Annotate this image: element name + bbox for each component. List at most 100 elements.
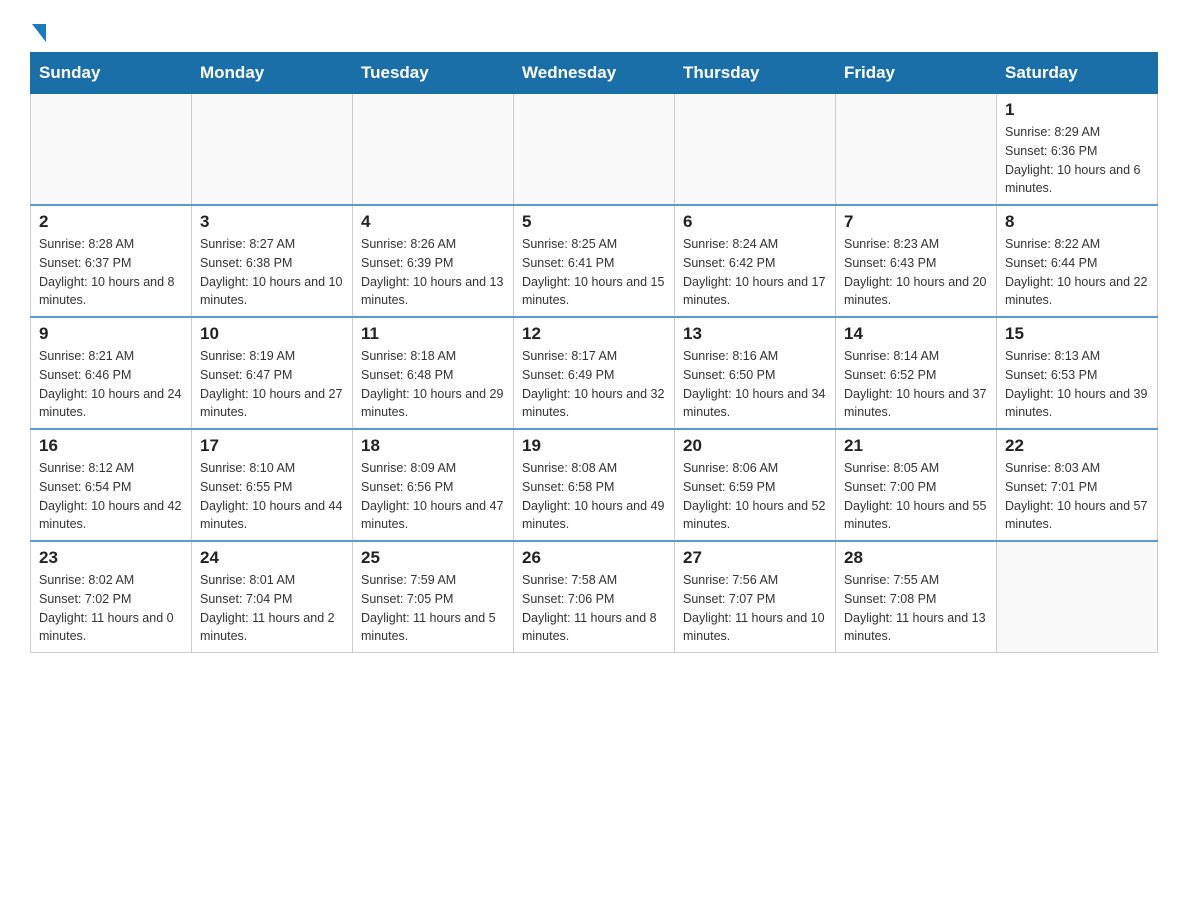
calendar-cell: 22 Sunrise: 8:03 AM Sunset: 7:01 PM Dayli…	[997, 429, 1158, 541]
day-number: 8	[1005, 212, 1149, 232]
calendar-cell: 4 Sunrise: 8:26 AM Sunset: 6:39 PM Daylig…	[353, 205, 514, 317]
calendar-cell: 14 Sunrise: 8:14 AM Sunset: 6:52 PM Dayli…	[836, 317, 997, 429]
day-number: 17	[200, 436, 344, 456]
day-number: 4	[361, 212, 505, 232]
day-info: Sunrise: 8:18 AM Sunset: 6:48 PM Dayligh…	[361, 347, 505, 422]
day-number: 2	[39, 212, 183, 232]
day-number: 25	[361, 548, 505, 568]
day-info: Sunrise: 7:59 AM Sunset: 7:05 PM Dayligh…	[361, 571, 505, 646]
page-header	[30, 20, 1158, 42]
calendar-cell: 25 Sunrise: 7:59 AM Sunset: 7:05 PM Dayli…	[353, 541, 514, 653]
day-number: 14	[844, 324, 988, 344]
day-info: Sunrise: 7:58 AM Sunset: 7:06 PM Dayligh…	[522, 571, 666, 646]
day-info: Sunrise: 8:29 AM Sunset: 6:36 PM Dayligh…	[1005, 123, 1149, 198]
logo-arrow-icon	[32, 24, 46, 42]
header-thursday: Thursday	[675, 53, 836, 94]
day-info: Sunrise: 8:19 AM Sunset: 6:47 PM Dayligh…	[200, 347, 344, 422]
calendar-cell	[31, 94, 192, 206]
calendar-cell: 7 Sunrise: 8:23 AM Sunset: 6:43 PM Daylig…	[836, 205, 997, 317]
day-number: 10	[200, 324, 344, 344]
calendar-cell: 8 Sunrise: 8:22 AM Sunset: 6:44 PM Daylig…	[997, 205, 1158, 317]
calendar-cell	[514, 94, 675, 206]
day-number: 19	[522, 436, 666, 456]
day-info: Sunrise: 7:55 AM Sunset: 7:08 PM Dayligh…	[844, 571, 988, 646]
day-info: Sunrise: 8:06 AM Sunset: 6:59 PM Dayligh…	[683, 459, 827, 534]
calendar-cell: 24 Sunrise: 8:01 AM Sunset: 7:04 PM Dayli…	[192, 541, 353, 653]
calendar-cell	[192, 94, 353, 206]
calendar-cell: 2 Sunrise: 8:28 AM Sunset: 6:37 PM Daylig…	[31, 205, 192, 317]
calendar-table: SundayMondayTuesdayWednesdayThursdayFrid…	[30, 52, 1158, 653]
calendar-cell: 3Sunrise: 8:27 AM Sunset: 6:38 PM Daylig…	[192, 205, 353, 317]
day-number: 27	[683, 548, 827, 568]
calendar-cell: 17 Sunrise: 8:10 AM Sunset: 6:55 PM Dayli…	[192, 429, 353, 541]
header-tuesday: Tuesday	[353, 53, 514, 94]
header-friday: Friday	[836, 53, 997, 94]
calendar-cell: 28 Sunrise: 7:55 AM Sunset: 7:08 PM Dayli…	[836, 541, 997, 653]
day-number: 6	[683, 212, 827, 232]
day-number: 9	[39, 324, 183, 344]
day-info: Sunrise: 8:25 AM Sunset: 6:41 PM Dayligh…	[522, 235, 666, 310]
day-info: Sunrise: 8:12 AM Sunset: 6:54 PM Dayligh…	[39, 459, 183, 534]
week-row-3: 9 Sunrise: 8:21 AM Sunset: 6:46 PM Daylig…	[31, 317, 1158, 429]
day-info: Sunrise: 8:13 AM Sunset: 6:53 PM Dayligh…	[1005, 347, 1149, 422]
days-of-week-row: SundayMondayTuesdayWednesdayThursdayFrid…	[31, 53, 1158, 94]
calendar-cell: 10 Sunrise: 8:19 AM Sunset: 6:47 PM Dayli…	[192, 317, 353, 429]
day-number: 20	[683, 436, 827, 456]
day-info: Sunrise: 8:14 AM Sunset: 6:52 PM Dayligh…	[844, 347, 988, 422]
day-number: 5	[522, 212, 666, 232]
day-number: 1	[1005, 100, 1149, 120]
day-info: Sunrise: 8:03 AM Sunset: 7:01 PM Dayligh…	[1005, 459, 1149, 534]
calendar-cell	[997, 541, 1158, 653]
day-number: 18	[361, 436, 505, 456]
day-info: Sunrise: 8:05 AM Sunset: 7:00 PM Dayligh…	[844, 459, 988, 534]
calendar-cell: 5 Sunrise: 8:25 AM Sunset: 6:41 PM Daylig…	[514, 205, 675, 317]
day-number: 24	[200, 548, 344, 568]
calendar-cell: 15 Sunrise: 8:13 AM Sunset: 6:53 PM Dayli…	[997, 317, 1158, 429]
day-info: Sunrise: 8:02 AM Sunset: 7:02 PM Dayligh…	[39, 571, 183, 646]
calendar-cell	[836, 94, 997, 206]
header-saturday: Saturday	[997, 53, 1158, 94]
header-monday: Monday	[192, 53, 353, 94]
day-info: Sunrise: 8:28 AM Sunset: 6:37 PM Dayligh…	[39, 235, 183, 310]
day-info: Sunrise: 8:16 AM Sunset: 6:50 PM Dayligh…	[683, 347, 827, 422]
week-row-1: 1 Sunrise: 8:29 AM Sunset: 6:36 PM Daylig…	[31, 94, 1158, 206]
day-info: Sunrise: 8:09 AM Sunset: 6:56 PM Dayligh…	[361, 459, 505, 534]
calendar-cell: 6Sunrise: 8:24 AM Sunset: 6:42 PM Daylig…	[675, 205, 836, 317]
header-sunday: Sunday	[31, 53, 192, 94]
calendar-cell: 27Sunrise: 7:56 AM Sunset: 7:07 PM Dayli…	[675, 541, 836, 653]
calendar-cell: 13 Sunrise: 8:16 AM Sunset: 6:50 PM Dayli…	[675, 317, 836, 429]
day-number: 28	[844, 548, 988, 568]
week-row-2: 2 Sunrise: 8:28 AM Sunset: 6:37 PM Daylig…	[31, 205, 1158, 317]
calendar-cell: 26 Sunrise: 7:58 AM Sunset: 7:06 PM Dayli…	[514, 541, 675, 653]
logo	[30, 20, 46, 42]
calendar-cell: 21 Sunrise: 8:05 AM Sunset: 7:00 PM Dayli…	[836, 429, 997, 541]
calendar-header: SundayMondayTuesdayWednesdayThursdayFrid…	[31, 53, 1158, 94]
calendar-cell: 1 Sunrise: 8:29 AM Sunset: 6:36 PM Daylig…	[997, 94, 1158, 206]
week-row-4: 16 Sunrise: 8:12 AM Sunset: 6:54 PM Dayli…	[31, 429, 1158, 541]
day-number: 22	[1005, 436, 1149, 456]
day-number: 26	[522, 548, 666, 568]
day-number: 13	[683, 324, 827, 344]
day-info: Sunrise: 8:22 AM Sunset: 6:44 PM Dayligh…	[1005, 235, 1149, 310]
day-number: 11	[361, 324, 505, 344]
calendar-cell: 18 Sunrise: 8:09 AM Sunset: 6:56 PM Dayli…	[353, 429, 514, 541]
calendar-cell: 23 Sunrise: 8:02 AM Sunset: 7:02 PM Dayli…	[31, 541, 192, 653]
calendar-cell	[353, 94, 514, 206]
header-wednesday: Wednesday	[514, 53, 675, 94]
calendar-cell: 20 Sunrise: 8:06 AM Sunset: 6:59 PM Dayli…	[675, 429, 836, 541]
calendar-cell: 9 Sunrise: 8:21 AM Sunset: 6:46 PM Daylig…	[31, 317, 192, 429]
day-info: Sunrise: 8:10 AM Sunset: 6:55 PM Dayligh…	[200, 459, 344, 534]
day-info: Sunrise: 8:26 AM Sunset: 6:39 PM Dayligh…	[361, 235, 505, 310]
day-number: 16	[39, 436, 183, 456]
week-row-5: 23 Sunrise: 8:02 AM Sunset: 7:02 PM Dayli…	[31, 541, 1158, 653]
calendar-cell: 16 Sunrise: 8:12 AM Sunset: 6:54 PM Dayli…	[31, 429, 192, 541]
day-number: 15	[1005, 324, 1149, 344]
day-number: 23	[39, 548, 183, 568]
day-number: 7	[844, 212, 988, 232]
day-number: 21	[844, 436, 988, 456]
day-info: Sunrise: 8:01 AM Sunset: 7:04 PM Dayligh…	[200, 571, 344, 646]
day-info: Sunrise: 8:23 AM Sunset: 6:43 PM Dayligh…	[844, 235, 988, 310]
day-info: Sunrise: 8:21 AM Sunset: 6:46 PM Dayligh…	[39, 347, 183, 422]
day-info: Sunrise: 8:17 AM Sunset: 6:49 PM Dayligh…	[522, 347, 666, 422]
day-info: Sunrise: 8:27 AM Sunset: 6:38 PM Dayligh…	[200, 235, 344, 310]
